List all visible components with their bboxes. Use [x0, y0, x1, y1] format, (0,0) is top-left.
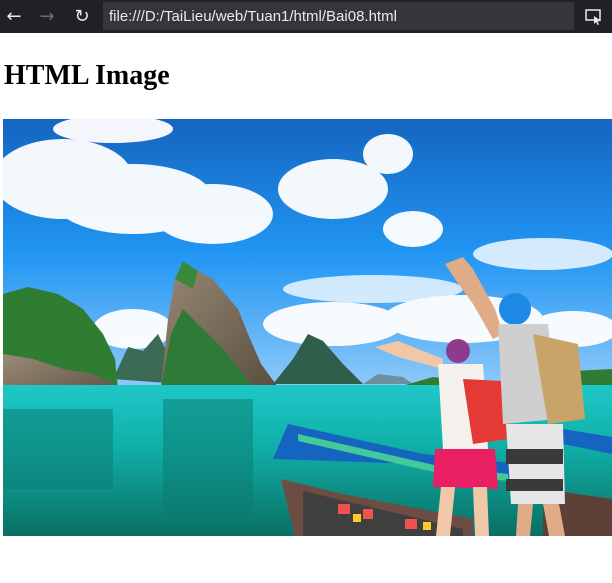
address-url: file:///D:/TaiLieu/web/Tuan1/html/Bai08.…: [109, 7, 397, 25]
browser-toolbar: ← → ↻ file:///D:/TaiLieu/web/Tuan1/html/…: [0, 0, 612, 33]
address-bar[interactable]: file:///D:/TaiLieu/web/Tuan1/html/Bai08.…: [103, 2, 574, 30]
page-heading: HTML Image: [4, 60, 170, 91]
back-arrow-icon[interactable]: ←: [0, 0, 28, 33]
travel-photo: [0, 115, 612, 536]
forward-arrow-icon[interactable]: →: [33, 0, 61, 33]
reload-icon[interactable]: ↻: [68, 0, 96, 33]
screen-cast-icon[interactable]: [580, 0, 608, 33]
